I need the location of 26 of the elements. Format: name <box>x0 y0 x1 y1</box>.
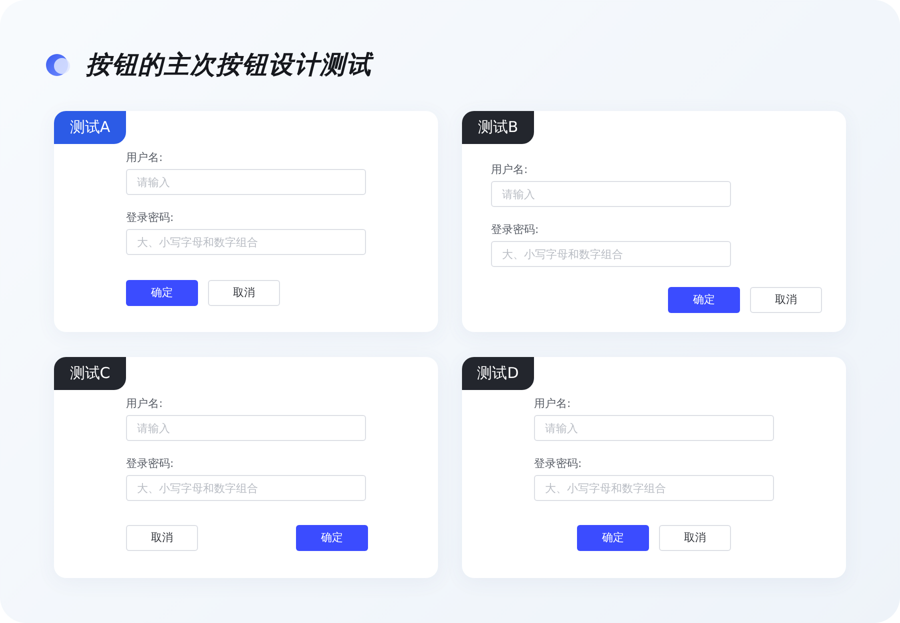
field-label: 登录密码: <box>126 211 174 225</box>
logo-icon <box>46 53 70 77</box>
field-label: 用户名: <box>126 151 163 165</box>
input-field[interactable]: 大、小写字母和数字组合 <box>126 475 366 501</box>
confirm-button[interactable]: 确定 <box>577 525 649 551</box>
field-label: 登录密码: <box>534 457 582 471</box>
input-field[interactable]: 请输入 <box>126 169 366 195</box>
input-field[interactable]: 大、小写字母和数字组合 <box>534 475 774 501</box>
input-field[interactable]: 请输入 <box>126 415 366 441</box>
input-field[interactable]: 大、小写字母和数字组合 <box>491 241 731 267</box>
page-title: 按钮的主次按钮设计测试 <box>86 49 372 82</box>
input-field[interactable]: 大、小写字母和数字组合 <box>126 229 366 255</box>
confirm-button[interactable]: 确定 <box>668 287 740 313</box>
confirm-button[interactable]: 确定 <box>126 280 198 306</box>
cancel-button[interactable]: 取消 <box>750 287 822 313</box>
confirm-button[interactable]: 确定 <box>296 525 368 551</box>
cancel-button[interactable]: 取消 <box>126 525 198 551</box>
input-field[interactable]: 请输入 <box>491 181 731 207</box>
field-label: 登录密码: <box>126 457 174 471</box>
input-field[interactable]: 请输入 <box>534 415 774 441</box>
cancel-button[interactable]: 取消 <box>208 280 280 306</box>
cancel-button[interactable]: 取消 <box>659 525 731 551</box>
field-label: 用户名: <box>491 163 528 177</box>
field-label: 登录密码: <box>491 223 539 237</box>
field-label: 用户名: <box>126 397 163 411</box>
field-label: 用户名: <box>534 397 571 411</box>
